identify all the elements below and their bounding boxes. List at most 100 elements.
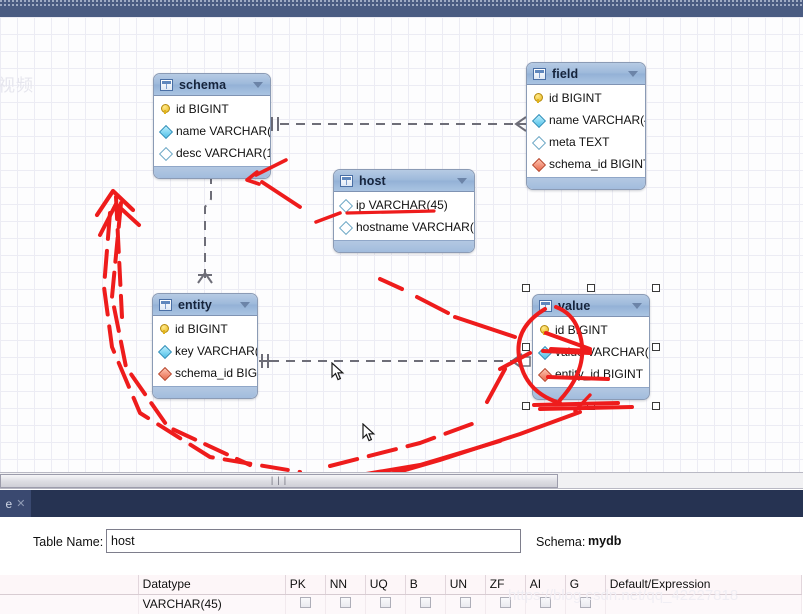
er-column-label: id BIGINT xyxy=(175,322,228,336)
er-table-entity[interactable]: entity id BIGINT key VARCHAR(48) schema_id … xyxy=(152,293,258,399)
er-table-footer xyxy=(527,177,645,189)
grid-header-ame[interactable]: ame xyxy=(0,575,139,595)
canvas-watermark: 视频 xyxy=(0,76,34,95)
key-icon xyxy=(533,92,545,104)
chevron-down-icon[interactable] xyxy=(253,81,263,88)
er-column[interactable]: name VARCHAR(48) xyxy=(527,109,645,131)
er-column[interactable]: id BIGINT xyxy=(153,318,257,340)
diamond-red-icon xyxy=(159,367,171,379)
schema-label: Schema: xyxy=(536,535,586,549)
diamond-blue-icon xyxy=(159,345,171,357)
table-icon xyxy=(340,174,353,187)
selection-handles[interactable] xyxy=(522,284,660,410)
resize-handle[interactable] xyxy=(522,343,530,351)
grid-header-un[interactable]: UN xyxy=(445,575,486,595)
canvas-horizontal-scrollbar[interactable]: ||| xyxy=(0,472,803,489)
er-column-label: meta TEXT xyxy=(549,135,610,149)
er-table-columns: id BIGINT name VARCHAR(48) desc VARCHAR(12… xyxy=(154,96,270,166)
scrollbar-thumb[interactable]: ||| xyxy=(0,474,558,488)
er-column[interactable]: meta TEXT xyxy=(527,131,645,153)
table-name-row: Table Name: Schema: mydb xyxy=(0,527,803,561)
mouse-cursor xyxy=(331,361,345,382)
checkbox-cell-un[interactable] xyxy=(445,594,486,614)
chevron-down-icon[interactable] xyxy=(457,177,467,184)
diamond-hollow-icon xyxy=(533,136,545,148)
er-table-header[interactable]: host xyxy=(334,170,474,192)
checkbox-b[interactable] xyxy=(419,597,431,608)
close-icon[interactable]: ✕ xyxy=(16,497,25,510)
grid-header-uq[interactable]: UQ xyxy=(365,575,406,595)
er-table-title: field xyxy=(552,66,579,81)
resize-handle[interactable] xyxy=(587,402,595,410)
page-watermark: https://blog.csdn.net/qq_42227818 xyxy=(508,587,739,604)
resize-handle[interactable] xyxy=(522,284,530,292)
resize-handle[interactable] xyxy=(652,343,660,351)
er-table-footer xyxy=(154,166,270,178)
resize-handle[interactable] xyxy=(652,284,660,292)
mouse-cursor xyxy=(362,422,376,443)
resize-handle[interactable] xyxy=(652,402,660,410)
top-toolbar xyxy=(0,0,803,17)
er-table-header[interactable]: schema xyxy=(154,74,270,96)
checkbox-nn[interactable] xyxy=(339,597,351,608)
er-column-label: schema_id BIGINT xyxy=(549,157,646,171)
er-column[interactable]: name VARCHAR(48) xyxy=(154,120,270,142)
grid-header-nn[interactable]: NN xyxy=(325,575,366,595)
er-column[interactable]: schema_id BIGINT xyxy=(153,362,257,384)
er-column-label: ip VARCHAR(45) xyxy=(356,198,448,212)
tab-label: e xyxy=(5,496,13,511)
editor-tab-strip: e ✕ xyxy=(0,490,803,517)
checkbox-uq[interactable] xyxy=(379,597,391,608)
er-table-field[interactable]: field id BIGINT name VARCHAR(48) meta TEXT s… xyxy=(526,62,646,190)
grid-header-datatype[interactable]: Datatype xyxy=(138,575,286,595)
er-column[interactable]: hostname VARCHAR(45) xyxy=(334,216,474,238)
workbench-eer-window: 视频 schema id BIGINT name VARCHAR(desc V… xyxy=(0,0,803,614)
checkbox-cell-uq[interactable] xyxy=(365,594,406,614)
diamond-hollow-icon xyxy=(340,199,352,211)
table-editor-pane: Table Name: Schema: mydb ameDatatypePKNN… xyxy=(0,517,803,614)
tab-table-editor[interactable]: e ✕ xyxy=(0,490,31,517)
er-column-label: desc VARCHAR(128) xyxy=(176,146,270,160)
grid-header-b[interactable]: B xyxy=(405,575,446,595)
er-column[interactable]: schema_id BIGINT xyxy=(527,153,645,175)
diamond-blue-icon xyxy=(160,125,172,137)
er-table-host[interactable]: host ip VARCHAR(45) hostname VARCHAR(45) xyxy=(333,169,475,253)
er-table-schema[interactable]: schema id BIGINT name VARCHAR(48) desc VARC… xyxy=(153,73,271,179)
er-table-columns: id BIGINT key VARCHAR(48) schema_id BIGINT xyxy=(153,316,257,386)
er-column-label: id BIGINT xyxy=(176,102,229,116)
diamond-hollow-icon xyxy=(160,147,172,159)
er-table-title: entity xyxy=(178,297,212,312)
checkbox-un[interactable] xyxy=(459,597,471,608)
column-datatype-cell[interactable]: VARCHAR(45) xyxy=(138,594,286,614)
grid-header-pk[interactable]: PK xyxy=(285,575,326,595)
resize-handle[interactable] xyxy=(587,284,595,292)
table-name-label: Table Name: xyxy=(33,535,104,549)
er-table-footer xyxy=(153,386,257,398)
table-name-input[interactable] xyxy=(106,529,521,553)
schema-value: mydb xyxy=(588,534,622,548)
er-column[interactable]: id BIGINT xyxy=(154,98,270,120)
checkbox-pk[interactable] xyxy=(299,597,311,608)
er-column[interactable]: key VARCHAR(48) xyxy=(153,340,257,362)
er-column[interactable]: id BIGINT xyxy=(527,87,645,109)
er-column[interactable]: desc VARCHAR(128) xyxy=(154,142,270,164)
chevron-down-icon[interactable] xyxy=(240,301,250,308)
toolbar-grip-dots xyxy=(0,0,803,7)
er-table-header[interactable]: entity xyxy=(153,294,257,316)
er-table-title: schema xyxy=(179,77,227,92)
er-column-label: name VARCHAR(48) xyxy=(176,124,271,138)
er-column-label: hostname VARCHAR(45) xyxy=(356,220,474,234)
diamond-hollow-icon xyxy=(340,221,352,233)
er-table-header[interactable]: field xyxy=(527,63,645,85)
checkbox-cell-pk[interactable] xyxy=(285,594,326,614)
column-name-cell[interactable] xyxy=(0,594,139,614)
eer-diagram-canvas[interactable]: 视频 schema id BIGINT name VARCHAR(desc V… xyxy=(0,17,803,472)
er-table-columns: ip VARCHAR(45) hostname VARCHAR(45) xyxy=(334,192,474,240)
chevron-down-icon[interactable] xyxy=(628,70,638,77)
checkbox-cell-nn[interactable] xyxy=(325,594,366,614)
resize-handle[interactable] xyxy=(522,402,530,410)
checkbox-cell-b[interactable] xyxy=(405,594,446,614)
er-column[interactable]: ip VARCHAR(45) xyxy=(334,194,474,216)
key-icon xyxy=(160,103,172,115)
diamond-red-icon xyxy=(533,158,545,170)
